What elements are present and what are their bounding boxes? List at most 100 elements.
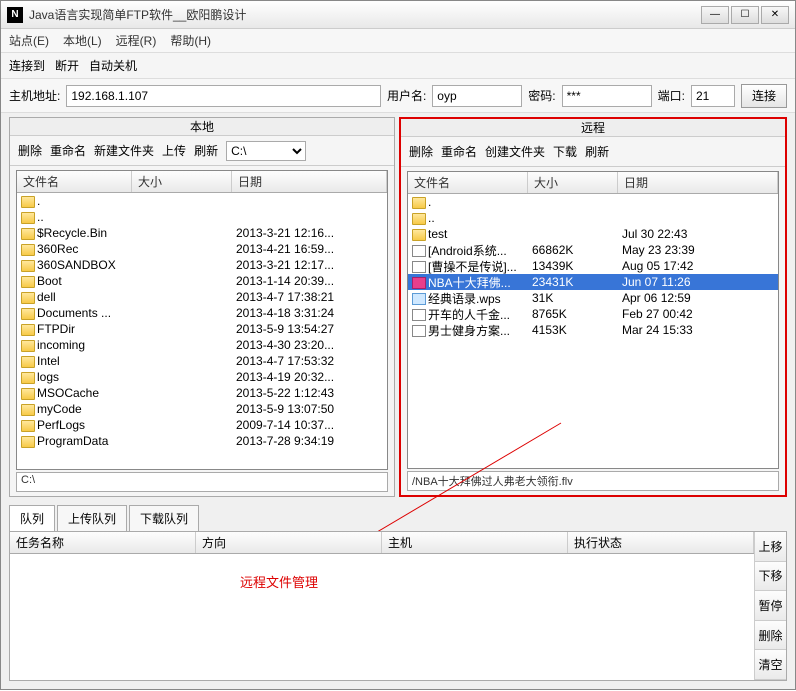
- queue-down[interactable]: 下移: [755, 562, 786, 592]
- table-row[interactable]: [Android系统...66862KMay 23 23:39: [408, 242, 778, 258]
- local-col-name[interactable]: 文件名: [17, 171, 132, 192]
- drive-select[interactable]: C:\: [226, 141, 306, 161]
- auto-poweroff[interactable]: 自动关机: [89, 57, 137, 74]
- qcol-host[interactable]: 主机: [382, 532, 568, 553]
- file-icon: [412, 261, 426, 273]
- remote-col-name[interactable]: 文件名: [408, 172, 528, 193]
- table-row[interactable]: 经典语录.wps31KApr 06 12:59: [408, 290, 778, 306]
- table-row[interactable]: PerfLogs2009-7-14 10:37...: [17, 417, 387, 433]
- local-toolbar: 删除 重命名 新建文件夹 上传 刷新 C:\: [10, 136, 394, 166]
- table-row[interactable]: ..: [408, 210, 778, 226]
- table-row[interactable]: $Recycle.Bin2013-3-21 12:16...: [17, 225, 387, 241]
- disconnect[interactable]: 断开: [55, 57, 79, 74]
- local-pane: 本地 删除 重命名 新建文件夹 上传 刷新 C:\ 文件名 大小 日期 ...$…: [9, 117, 395, 497]
- local-upload[interactable]: 上传: [162, 142, 186, 159]
- file-icon: [412, 325, 426, 337]
- table-row[interactable]: ProgramData2013-7-28 9:34:19: [17, 433, 387, 449]
- table-row[interactable]: testJul 30 22:43: [408, 226, 778, 242]
- host-input[interactable]: [66, 85, 381, 107]
- table-row[interactable]: NBA十大拜佛...23431KJun 07 11:26: [408, 274, 778, 290]
- minimize-button[interactable]: —: [701, 6, 729, 24]
- app-icon: N: [7, 7, 23, 23]
- tab-queue[interactable]: 队列: [9, 505, 55, 531]
- toolbar: 连接到 断开 自动关机: [1, 53, 795, 79]
- remote-newfolder[interactable]: 创建文件夹: [485, 143, 545, 160]
- table-row[interactable]: Intel2013-4-7 17:53:32: [17, 353, 387, 369]
- local-rename[interactable]: 重命名: [50, 142, 86, 159]
- remote-col-date[interactable]: 日期: [618, 172, 778, 193]
- pass-input[interactable]: [562, 85, 652, 107]
- user-label: 用户名:: [387, 87, 426, 104]
- remote-download[interactable]: 下载: [553, 143, 577, 160]
- tab-download[interactable]: 下载队列: [129, 505, 199, 531]
- menu-help[interactable]: 帮助(H): [170, 32, 211, 49]
- local-col-size[interactable]: 大小: [132, 171, 232, 192]
- table-row[interactable]: ..: [17, 209, 387, 225]
- folder-icon: [21, 372, 35, 384]
- qcol-task[interactable]: 任务名称: [10, 532, 196, 553]
- connect-button[interactable]: 连接: [741, 84, 787, 108]
- user-input[interactable]: [432, 85, 522, 107]
- table-row[interactable]: 360SANDBOX2013-3-21 12:17...: [17, 257, 387, 273]
- queue-pause[interactable]: 暂停: [755, 591, 786, 621]
- folder-icon: [412, 197, 426, 209]
- close-button[interactable]: ✕: [761, 6, 789, 24]
- remote-table[interactable]: 文件名 大小 日期 ...testJul 30 22:43[Android系统.…: [407, 171, 779, 469]
- qcol-status[interactable]: 执行状态: [568, 532, 754, 553]
- table-row[interactable]: .: [17, 193, 387, 209]
- folder-icon: [21, 244, 35, 256]
- local-refresh[interactable]: 刷新: [194, 142, 218, 159]
- table-row[interactable]: [曹操不是传说]...13439KAug 05 17:42: [408, 258, 778, 274]
- remote-refresh[interactable]: 刷新: [585, 143, 609, 160]
- folder-icon: [21, 340, 35, 352]
- menu-site[interactable]: 站点(E): [9, 32, 49, 49]
- table-row[interactable]: FTPDir2013-5-9 13:54:27: [17, 321, 387, 337]
- remote-col-size[interactable]: 大小: [528, 172, 618, 193]
- queue-clear[interactable]: 清空: [755, 650, 786, 680]
- remote-delete[interactable]: 删除: [409, 143, 433, 160]
- table-row[interactable]: MSOCache2013-5-22 1:12:43: [17, 385, 387, 401]
- maximize-button[interactable]: ☐: [731, 6, 759, 24]
- folder-icon: [21, 436, 35, 448]
- remote-pane: 远程 删除 重命名 创建文件夹 下载 刷新 文件名 大小 日期 ...testJ…: [399, 117, 787, 497]
- remote-rename[interactable]: 重命名: [441, 143, 477, 160]
- local-path: C:\: [16, 472, 388, 492]
- table-row[interactable]: .: [408, 194, 778, 210]
- host-label: 主机地址:: [9, 87, 60, 104]
- annotation-label: 远程文件管理: [240, 572, 318, 591]
- table-row[interactable]: myCode2013-5-9 13:07:50: [17, 401, 387, 417]
- titlebar: N Java语言实现简单FTP软件__欧阳鹏设计 — ☐ ✕: [1, 1, 795, 29]
- table-row[interactable]: Documents ...2013-4-18 3:31:24: [17, 305, 387, 321]
- menubar: 站点(E) 本地(L) 远程(R) 帮助(H): [1, 29, 795, 53]
- table-row[interactable]: logs2013-4-19 20:32...: [17, 369, 387, 385]
- table-row[interactable]: dell2013-4-7 17:38:21: [17, 289, 387, 305]
- menu-remote[interactable]: 远程(R): [116, 32, 157, 49]
- folder-icon: [21, 420, 35, 432]
- local-table[interactable]: 文件名 大小 日期 ...$Recycle.Bin2013-3-21 12:16…: [16, 170, 388, 470]
- queue-up[interactable]: 上移: [755, 532, 786, 562]
- local-col-date[interactable]: 日期: [232, 171, 387, 192]
- port-input[interactable]: [691, 85, 735, 107]
- local-delete[interactable]: 删除: [18, 142, 42, 159]
- tab-upload[interactable]: 上传队列: [57, 505, 127, 531]
- table-row[interactable]: incoming2013-4-30 23:20...: [17, 337, 387, 353]
- folder-icon: [21, 228, 35, 240]
- qcol-dir[interactable]: 方向: [196, 532, 382, 553]
- table-row[interactable]: Boot2013-1-14 20:39...: [17, 273, 387, 289]
- table-row[interactable]: 开车的人千金...8765KFeb 27 00:42: [408, 306, 778, 322]
- remote-path: /NBA十大拜佛过人弗老大领衔.flv: [407, 471, 779, 491]
- connect-to[interactable]: 连接到: [9, 57, 45, 74]
- port-label: 端口:: [658, 87, 685, 104]
- queue-side-buttons: 上移 下移 暂停 删除 清空: [754, 532, 786, 680]
- folder-icon: [21, 356, 35, 368]
- folder-icon: [21, 260, 35, 272]
- folder-icon: [21, 212, 35, 224]
- table-row[interactable]: 360Rec2013-4-21 16:59...: [17, 241, 387, 257]
- menu-local[interactable]: 本地(L): [63, 32, 102, 49]
- local-newfolder[interactable]: 新建文件夹: [94, 142, 154, 159]
- folder-icon: [21, 308, 35, 320]
- table-row[interactable]: 男士健身方案...4153KMar 24 15:33: [408, 322, 778, 338]
- queue-delete[interactable]: 删除: [755, 621, 786, 651]
- folder-icon: [21, 324, 35, 336]
- folder-icon: [21, 404, 35, 416]
